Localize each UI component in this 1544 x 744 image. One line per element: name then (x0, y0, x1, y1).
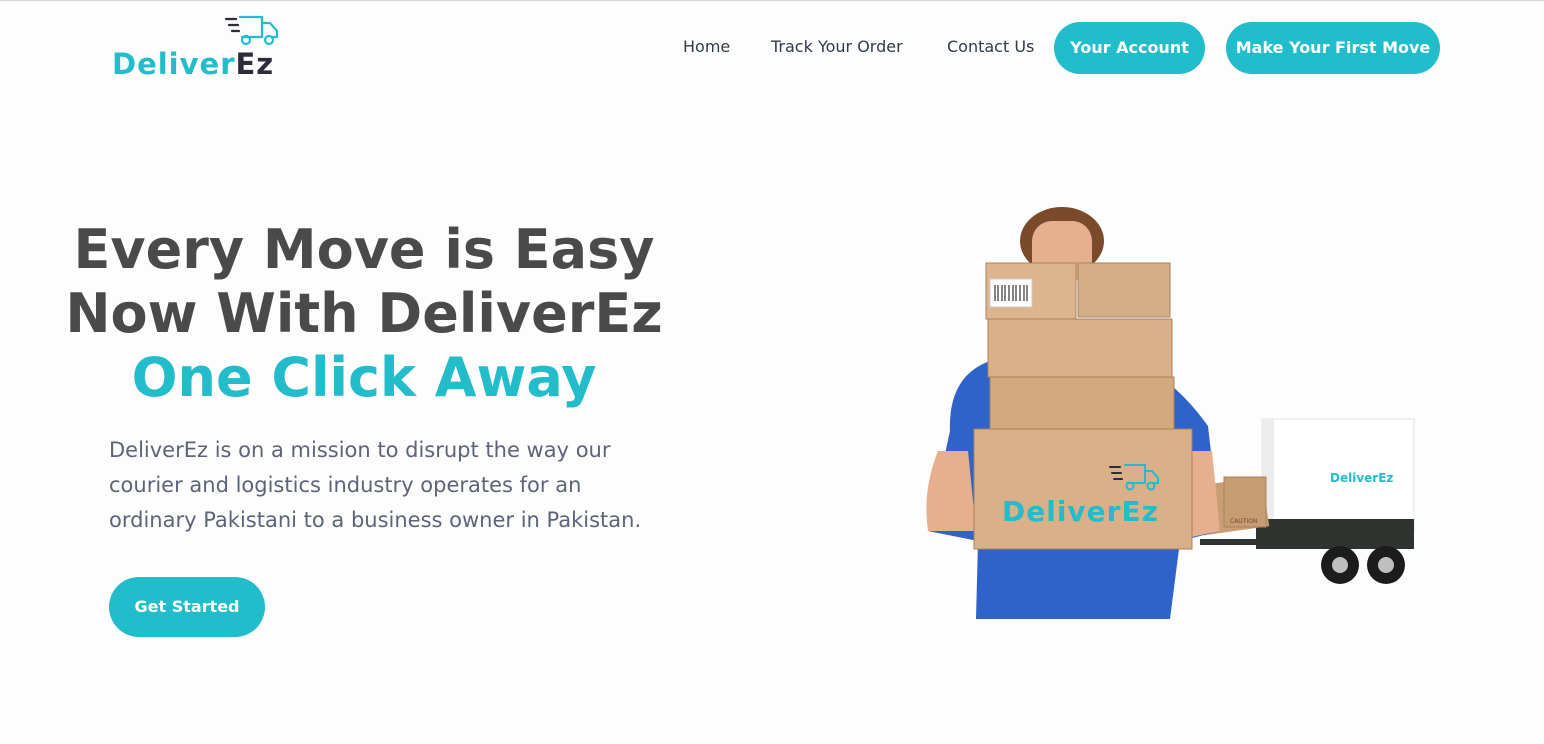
hero-description-line: courier and logistics industry operates … (109, 473, 582, 497)
box-stamp-text: CAUTION (1230, 518, 1257, 525)
logo-text-ez: Ez (235, 47, 275, 81)
logo-text-deliver: Deliver (112, 47, 236, 81)
nav-home-link[interactable]: Home (683, 21, 730, 73)
make-first-move-button[interactable]: Make Your First Move (1226, 22, 1440, 74)
hero-description-line: DeliverEz is on a mission to disrupt the… (109, 438, 611, 462)
hero-headline-line2: Now With DeliverEz (65, 282, 663, 345)
nav-contact-link[interactable]: Contact Us (947, 21, 1034, 73)
brand-logo[interactable]: DeliverEz (112, 13, 282, 81)
nav-track-order-link[interactable]: Track Your Order (771, 21, 903, 73)
trailer-brand-text: DeliverEz (1330, 471, 1393, 485)
courier-with-boxes-image: DeliverEz DeliverEz CAUTION (926, 207, 1415, 619)
get-started-button[interactable]: Get Started (109, 577, 265, 637)
hero-description: DeliverEz is on a mission to disrupt the… (109, 433, 642, 538)
hero-headline-accent: One Click Away (131, 346, 597, 409)
box-brand-text: DeliverEz (1002, 495, 1159, 528)
delivery-truck-icon (224, 15, 279, 46)
hero-headline-line1: Every Move is Easy (73, 218, 655, 281)
hero-description-line: ordinary Pakistani to a business owner i… (109, 508, 642, 532)
logo-wordmark: DeliverEz (112, 47, 274, 81)
your-account-button[interactable]: Your Account (1054, 22, 1205, 74)
